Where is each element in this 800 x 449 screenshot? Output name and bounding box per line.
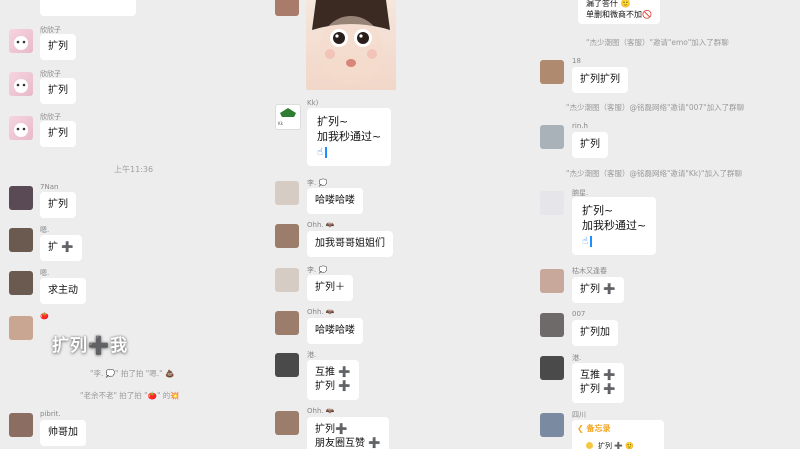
message-bubble[interactable] [40,0,136,16]
avatar[interactable] [540,60,564,84]
message-line: 互推 ➕ [580,370,616,381]
avatar[interactable] [275,224,299,248]
message-line: 扩列~ [317,115,349,128]
avatar[interactable] [275,353,299,377]
sender-name: Ohh. 🦇 [307,221,335,229]
message-bubble[interactable]: 扩列加 [572,320,618,346]
chat-column-1: 欣欣子 扩列 欣欣子 扩列 欣欣子 扩列 上午11:36 7Nan 扩列 嗯. … [0,0,268,449]
memo-title: 备忘录 [586,424,611,433]
text-cursor [325,146,328,158]
pointing-hand-icon: ☝ [317,147,324,158]
avatar[interactable] [275,181,299,205]
chat-column-2: Kk Kk) 扩列~ 加我秒通过~ ☝ 李. 💭 哈喽哈喽 Ohh. 🦇 加我哥… [268,0,534,449]
message-bubble[interactable]: 扩列扩列 [572,67,628,93]
avatar[interactable] [9,186,33,210]
cat-avatar[interactable] [9,72,33,96]
system-message: "李. 💭" 拍了拍 "嗯." 💩 [90,369,175,378]
message-bubble[interactable]: 漏了答什 🙂 单删和微商不加🚫 [578,0,660,24]
message-bubble[interactable]: 帅哥加 [40,420,86,446]
sender-name: 李. 💭 [307,179,328,187]
avatar[interactable] [540,191,564,215]
pointing-hand-icon: ☝ [582,236,589,247]
message-bubble[interactable]: 扩列➕ 朋友圈互赞 ➕ [307,417,389,449]
baby-sticker-image[interactable] [306,0,396,90]
avatar[interactable] [275,268,299,292]
sender-name: 🍅 [40,312,49,320]
svg-text:Kk: Kk [278,121,284,126]
message-bubble[interactable]: 扩列 [40,192,76,218]
sender-name: 港. [307,351,317,359]
sender-name: 7Nan [40,183,59,191]
system-message: "杰少潮图（客服）@铭磊网络"邀请"Kk)"加入了群聊 [566,169,742,178]
message-bubble[interactable]: 哈喽哈喽 [307,318,363,344]
sender-name: 嗯. [40,226,50,234]
avatar[interactable] [275,311,299,335]
message-line: 加我秒通过~ [317,130,382,143]
avatar[interactable] [540,125,564,149]
sender-name: 四川 [572,411,586,419]
message-line: 扩列➕ [315,424,348,435]
avatar[interactable]: Kk [275,104,301,130]
sender-name: 枯木又逢春 [572,267,607,275]
message-line: 扩列~ [582,204,614,217]
message-bubble[interactable]: 求主动 [40,278,86,304]
message-bubble[interactable]: 扩列~ 加我秒通过~ ☝ [572,197,657,255]
sender-name: 港. [572,354,582,362]
avatar[interactable] [9,413,33,437]
message-bubble[interactable]: 扩列 [572,132,608,158]
avatar[interactable] [540,313,564,337]
message-bubble[interactable]: 哈喽哈喽 [307,188,363,214]
cat-avatar[interactable] [9,29,33,53]
avatar[interactable] [540,413,564,437]
sender-name: pibrit. [40,410,61,418]
message-bubble[interactable]: 扩列~ 加我秒通过~ ☝ [307,108,392,166]
avatar[interactable] [540,269,564,293]
memo-text: 扩列 ➕ 🙂 [598,442,634,449]
chat-column-3: 漏了答什 🙂 单删和微商不加🚫 "杰少潮图（客服）"邀请"emo"加入了群聊 1… [534,0,800,449]
back-chevron-icon: ❮ [577,424,584,433]
system-message: "老余不老" 拍了拍 "🍅" 的💥 [80,391,180,400]
message-bubble[interactable]: 扩列 ➕ [572,277,624,303]
sender-name: 李. 💭 [307,266,328,274]
memo-header: ❮ 备忘录 [577,423,611,434]
sender-name: 007 [572,310,586,318]
timestamp: 上午11:36 [114,165,154,174]
message-line: 加我秒通过~ [582,219,647,232]
sender-name: Ohh. 🦇 [307,407,335,415]
dot-icon [586,442,593,449]
message-bubble[interactable]: 扩列 [40,78,76,104]
avatar[interactable] [9,228,33,252]
text-cursor [590,235,593,247]
memo-card[interactable]: ❮ 备忘录 扩列 ➕ 🙂 [572,420,664,449]
avatar[interactable] [540,356,564,380]
message-line: 互推 ➕ [315,367,351,378]
message-line: 扩列 ➕ [580,384,616,395]
sender-name: Ohh. 🦇 [307,308,335,316]
message-bubble[interactable]: 扩列 [40,34,76,60]
system-message: "杰少潮图（客服）@铭磊网络"邀请"007"加入了群聊 [566,103,745,112]
avatar[interactable] [275,0,299,16]
system-message: "杰少潮图（客服）"邀请"emo"加入了群聊 [586,38,729,47]
message-bubble[interactable]: 扩列 [40,121,76,147]
avatar[interactable] [9,271,33,295]
message-bubble[interactable]: 互推 ➕ 扩列 ➕ [307,360,359,400]
sender-name: Kk) [307,99,319,107]
cat-avatar[interactable] [9,116,33,140]
message-line: 漏了答什 🙂 [586,0,631,8]
message-bubble[interactable]: 扩 ➕ [40,235,82,261]
message-line: 扩列 ➕ [315,381,351,392]
sticker-text[interactable]: 扩列➕我 [52,331,128,356]
avatar[interactable] [275,411,299,435]
message-line: 朋友圈互赞 ➕ [315,438,381,449]
message-bubble[interactable]: 互推 ➕ 扩列 ➕ [572,363,624,403]
sender-name: 18 [572,57,581,65]
sender-name: 嗯. [40,269,50,277]
message-line: 单删和微商不加🚫 [586,10,652,19]
sender-name: rin.h [572,122,588,130]
message-bubble[interactable]: 加我哥哥姐姐们 [307,231,393,257]
message-bubble[interactable]: 扩列＋ [307,275,353,301]
avatar[interactable] [9,316,33,340]
